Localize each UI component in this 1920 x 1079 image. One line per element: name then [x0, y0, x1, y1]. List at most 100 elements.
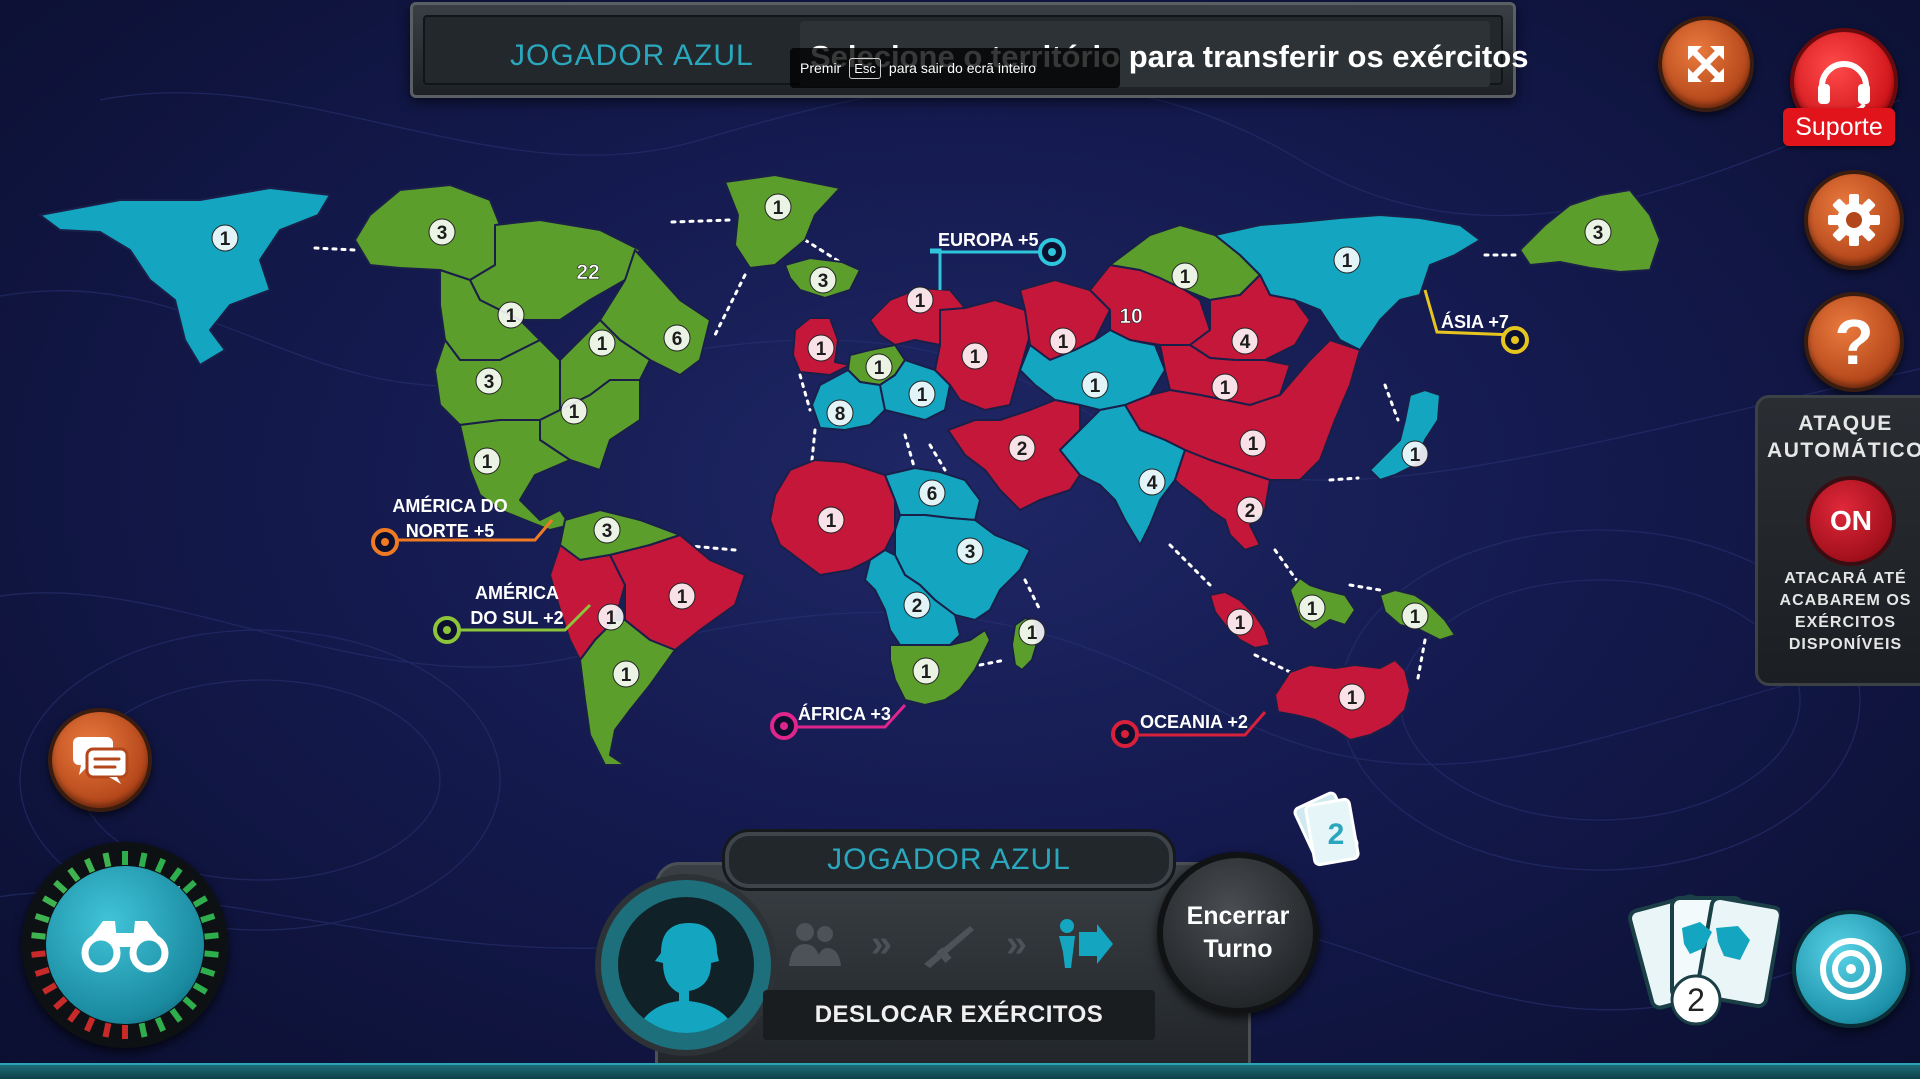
gear-icon [1828, 194, 1880, 246]
army-count-mongolia: 1 [1220, 378, 1231, 399]
dial-tick [146, 1020, 157, 1036]
dial-tick [196, 904, 213, 916]
turn-panel: JOGADOR AZUL » » DESLOCAR EXÉRCITOS Ence… [595, 832, 1335, 1068]
dial-tick [75, 1012, 88, 1028]
continent-label-europa: EUROPA +5 [938, 230, 1039, 250]
connector [903, 433, 917, 472]
army-marker-alberta: 1 [497, 301, 525, 329]
dial-tick [102, 852, 112, 868]
dial-tick [202, 922, 218, 932]
dial-tick [47, 989, 63, 1003]
dial-tick [53, 879, 68, 894]
move-icon [1058, 919, 1113, 968]
dial-tick [154, 1016, 166, 1033]
fullscreen-button[interactable] [1658, 16, 1754, 112]
soldier-silhouette-icon [636, 923, 736, 1033]
chat-bubbles-icon [73, 737, 129, 784]
army-count-ontario: 22 [576, 261, 599, 284]
connector [670, 218, 732, 224]
cards-small-count: 2 [1328, 818, 1345, 851]
army-marker-argentina: 1 [612, 660, 640, 688]
cards-indicator[interactable]: 2 [1290, 790, 1370, 880]
connector [313, 246, 357, 252]
esc-hint-pre: Premir [800, 60, 842, 76]
territory-cards-icon: 2 [1628, 894, 1783, 1026]
auto-attack-toggle[interactable]: ON [1806, 476, 1896, 566]
binoculars-button[interactable] [46, 866, 204, 1024]
chat-button[interactable] [48, 708, 152, 812]
dial-tick [112, 851, 120, 866]
army-marker-ontario: 22 [576, 261, 600, 285]
dial-tick [34, 966, 50, 977]
help-button[interactable]: ? [1804, 292, 1904, 392]
dial-tick [93, 854, 104, 870]
army-count-siam: 2 [1245, 501, 1256, 522]
dial-tick [102, 1022, 112, 1038]
dial-tick [93, 1020, 104, 1036]
objective-button[interactable] [1792, 910, 1910, 1028]
army-marker-iceland: 3 [809, 266, 837, 294]
army-marker-east-africa: 3 [956, 537, 984, 565]
army-marker-indonesia: 1 [1226, 608, 1254, 636]
dial-tick [196, 974, 213, 986]
army-count-papua: 1 [1410, 607, 1421, 628]
army-marker-papua: 1 [1401, 602, 1429, 630]
dial-tick [169, 1007, 183, 1023]
army-marker-venezuela: 3 [593, 516, 621, 544]
auto-attack-description: ATACARÁ ATÉ ACABAREM OS EXÉRCITOS DISPON… [1779, 570, 1912, 653]
army-marker-great-britain: 1 [807, 334, 835, 362]
army-count-madagascar: 1 [1027, 623, 1038, 644]
army-marker-new-guinea: 1 [1298, 594, 1326, 622]
territory-northwest[interactable] [354, 184, 501, 281]
army-count-kamchatka: 1 [1342, 251, 1353, 272]
cards-button[interactable]: 2 [1620, 888, 1783, 1028]
territory-alaska[interactable] [39, 187, 331, 366]
territory-greenland[interactable] [724, 174, 841, 269]
army-marker-madagascar: 1 [1018, 618, 1046, 646]
dial-tick [31, 932, 46, 940]
dial-tick [31, 950, 46, 958]
current-phase-label: DESLOCAR EXÉRCITOS [763, 990, 1155, 1040]
army-count-great-britain: 1 [816, 339, 827, 360]
army-marker-northwest: 3 [428, 218, 456, 246]
army-marker-siam: 2 [1236, 496, 1264, 524]
settings-button[interactable] [1804, 170, 1904, 270]
support-label[interactable]: Suporte [1783, 108, 1895, 146]
army-count-brazil: 1 [677, 587, 688, 608]
army-count-northern-europe: 1 [874, 358, 885, 379]
turn-phases: » » [785, 914, 1115, 974]
dial-tick [130, 851, 138, 866]
territory-japan[interactable] [1369, 389, 1441, 481]
army-count-venezuela: 3 [602, 521, 613, 542]
dial-tick [75, 862, 88, 878]
army-marker-north-africa: 1 [817, 506, 845, 534]
army-marker-ural: 1 [1049, 327, 1077, 355]
dial-tick [84, 857, 96, 874]
dial-tick [176, 1002, 191, 1017]
dial-tick [53, 996, 68, 1011]
dial-tick [182, 879, 197, 894]
continent-label-north-america: AMÉRICA DO NORTE +5 [392, 495, 507, 541]
army-marker-kamchatka: 1 [1333, 246, 1361, 274]
connector [1383, 383, 1400, 422]
chevron-right-icon: » [870, 922, 893, 965]
army-marker-afghanistan: 1 [1081, 371, 1109, 399]
binoculars-icon [81, 921, 169, 973]
dial-tick [192, 895, 208, 908]
connector [1348, 583, 1382, 592]
army-marker-alaska: 1 [211, 224, 239, 252]
chevron-right-icon: » [1005, 922, 1028, 965]
question-mark-icon: ? [1834, 306, 1874, 378]
army-count-peru: 1 [606, 608, 617, 629]
army-marker-quebec: 6 [663, 324, 691, 352]
dial-tick [138, 1022, 148, 1038]
dial-tick [182, 996, 197, 1011]
dial-tick [200, 966, 216, 977]
connector [1416, 638, 1427, 680]
turn-player-name: JOGADOR AZUL [725, 832, 1173, 888]
army-count-ukraine: 1 [970, 347, 981, 368]
army-marker-western-europe: 8 [826, 399, 854, 427]
army-marker-scandinavia: 1 [906, 286, 934, 314]
connector [1273, 548, 1302, 587]
reinforce-icon [789, 923, 841, 966]
